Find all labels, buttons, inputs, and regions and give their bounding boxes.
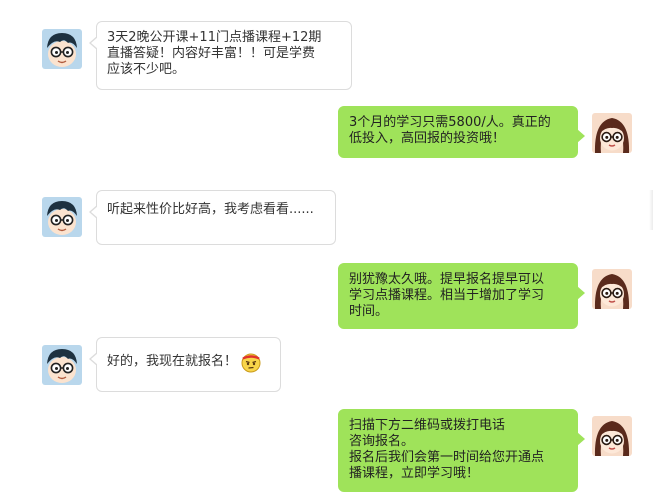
message-text: 听起来性价比好高，我考虑看看...... [107, 202, 314, 217]
message-bubble: 好的，我现在就报名！ [89, 337, 281, 392]
girl-glasses-avatar [592, 269, 632, 309]
message-text: 应该不少吧。 [107, 62, 186, 77]
message-bubble: 3个月的学习只需5800/人。真正的 低投入，高回报的投资哦！ [338, 106, 585, 158]
boy-glasses-avatar [42, 29, 82, 69]
message-text: 3天2晚公开课+11门点播课程+12期 [107, 30, 322, 45]
message-text: 学习点播课程。相当于增加了学习 [349, 288, 545, 303]
message-text: 低投入，高回报的投资哦！ [349, 131, 506, 146]
message-text: 直播答疑！内容好丰富！！可是学费 [107, 46, 316, 61]
girl-glasses-avatar [592, 113, 632, 153]
message-text: 时间。 [349, 304, 389, 319]
boy-glasses-avatar [42, 345, 82, 385]
message-text: 咨询报名。 [349, 434, 415, 449]
message-text: 别犹豫太久哦。提早报名提早可以 [349, 272, 545, 287]
boy-glasses-avatar [42, 197, 82, 237]
message-text: 好的，我现在就报名！ [107, 354, 238, 369]
chat-conversation: 3天2晚公开课+11门点播课程+12期 直播答疑！内容好丰富！！可是学费 应该不… [0, 0, 653, 503]
message-bubble: 3天2晚公开课+11门点播课程+12期 直播答疑！内容好丰富！！可是学费 应该不… [89, 21, 352, 90]
message-text: 扫描下方二维码或拨打电话 [349, 418, 506, 433]
edge-shadow [649, 190, 653, 230]
message-text: 报名后我们会第一时间给您开通点 [349, 450, 545, 465]
message-bubble: 听起来性价比好高，我考虑看看...... [89, 190, 336, 245]
girl-glasses-avatar [592, 416, 632, 456]
message-text: 3个月的学习只需5800/人。真正的 [349, 115, 551, 130]
determined-face-emoji [240, 351, 262, 373]
message-bubble: 别犹豫太久哦。提早报名提早可以 学习点播课程。相当于增加了学习 时间。 [338, 263, 585, 329]
message-bubble: 扫描下方二维码或拨打电话 咨询报名。 报名后我们会第一时间给您开通点 播课程，立… [338, 409, 585, 492]
message-text: 播课程，立即学习哦！ [349, 466, 480, 481]
